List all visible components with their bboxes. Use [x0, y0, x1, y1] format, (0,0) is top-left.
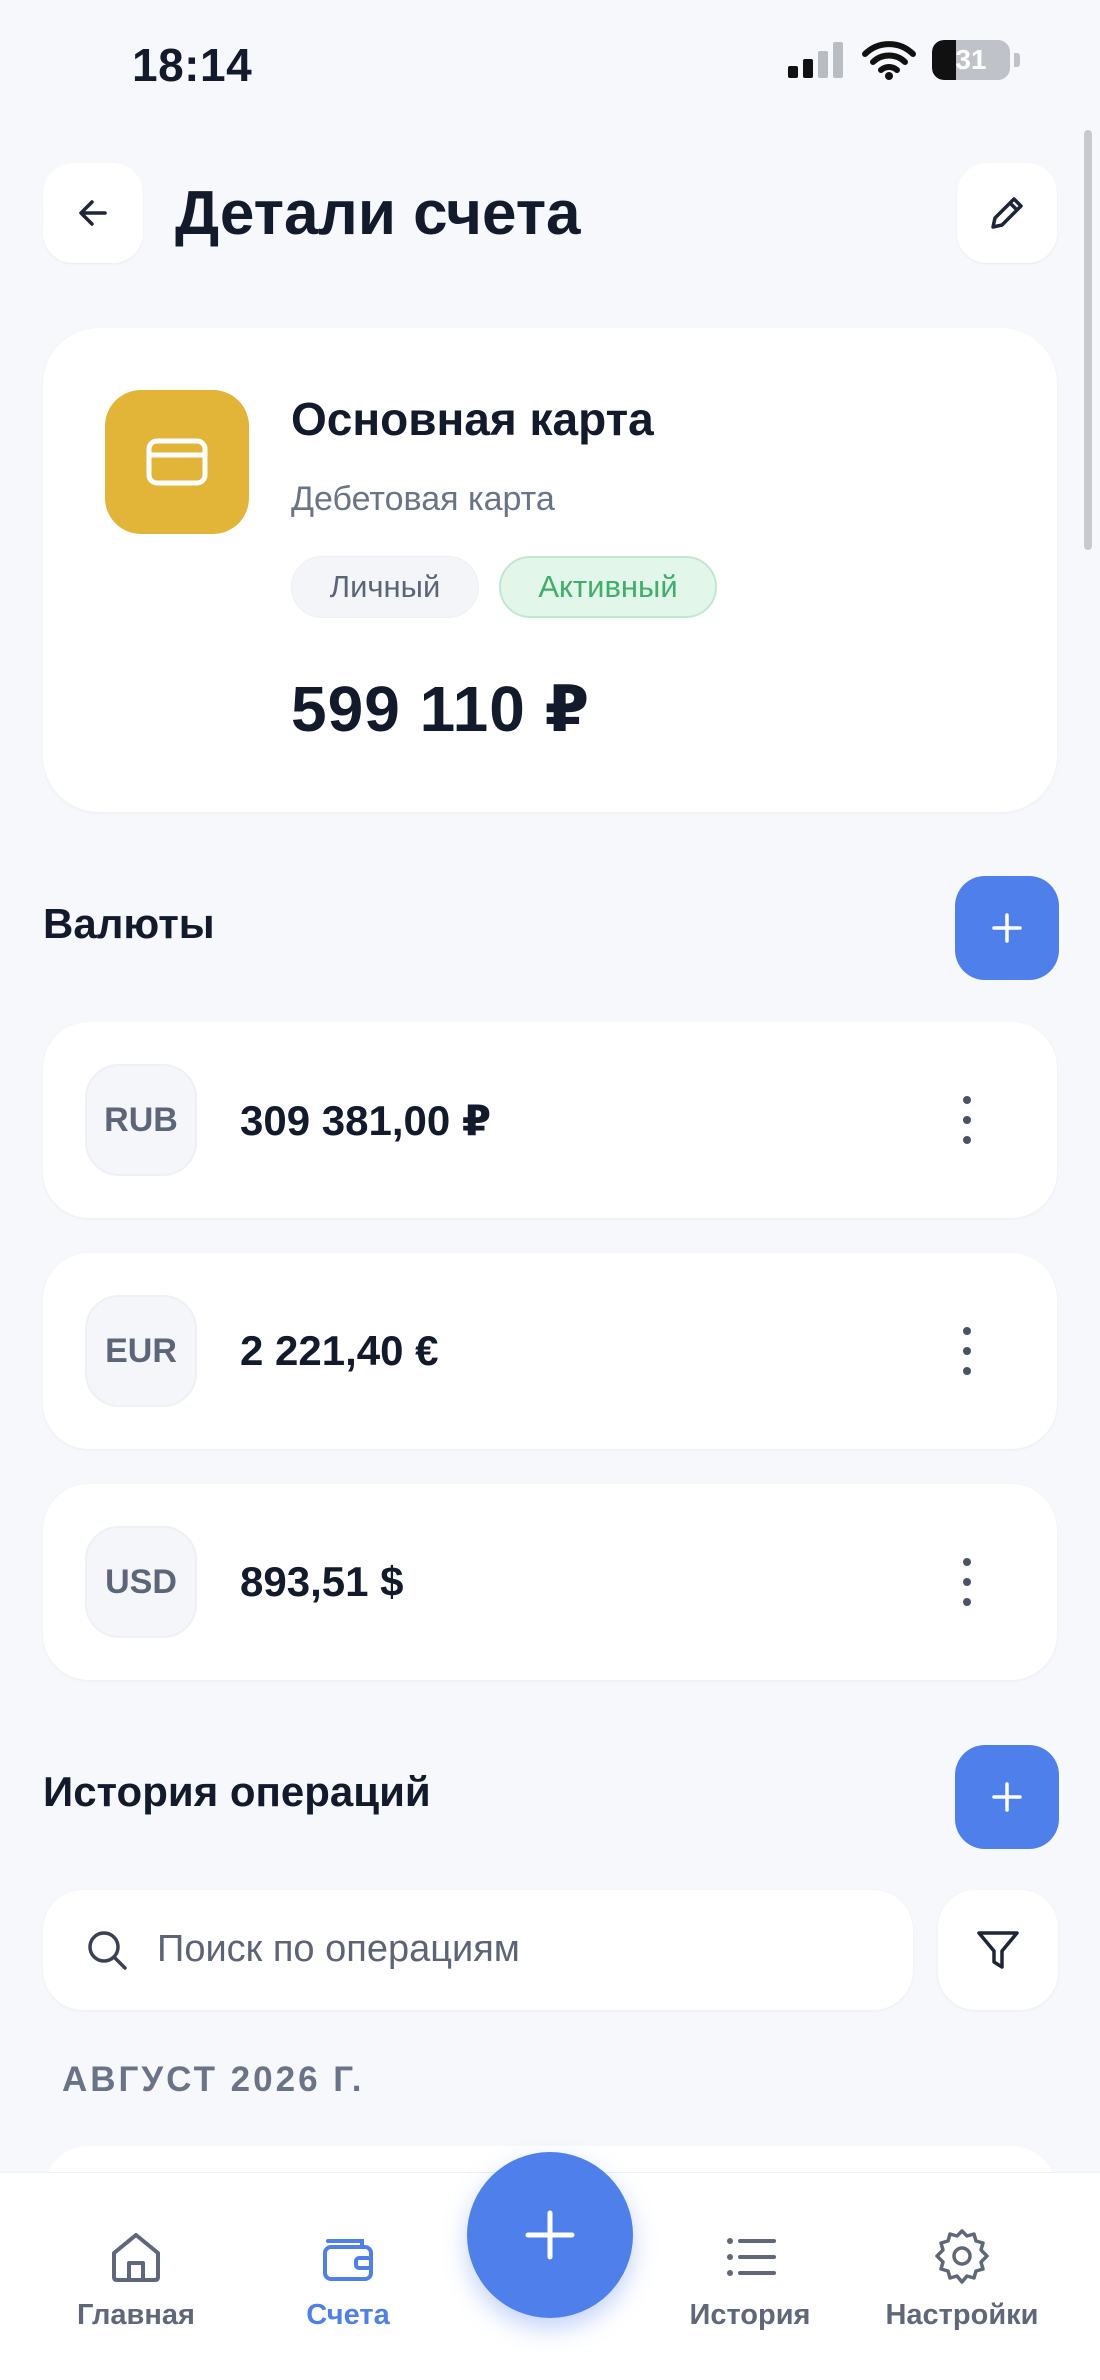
more-options-icon[interactable]	[957, 1327, 977, 1375]
scrollbar[interactable]	[1084, 130, 1092, 550]
nav-label: Счета	[306, 2299, 390, 2331]
battery-tip	[1014, 53, 1020, 67]
filter-button[interactable]	[938, 1890, 1058, 2010]
plus-icon	[525, 2210, 575, 2260]
plus-icon	[992, 1782, 1022, 1812]
home-icon	[112, 2233, 160, 2282]
wifi-icon	[862, 41, 916, 80]
add-currency-button[interactable]	[955, 876, 1059, 980]
cellular-signal-icon	[788, 42, 843, 78]
back-button[interactable]	[43, 163, 143, 263]
currency-row-eur[interactable]: EUR 2 221,40 €	[43, 1253, 1057, 1449]
account-card: Основная карта Дебетовая карта Личный Ак…	[43, 328, 1057, 812]
currency-amount: 309 381,00 ₽	[240, 1097, 492, 1144]
nav-item-history[interactable]: История	[650, 2227, 850, 2332]
search-input[interactable]: Поиск по операциям	[43, 1890, 913, 2010]
month-label: АВГУСТ 2026 Г.	[62, 2060, 365, 2099]
pencil-icon	[991, 197, 1023, 229]
currency-code: RUB	[85, 1064, 197, 1176]
wallet-icon	[323, 2239, 373, 2281]
add-transaction-fab[interactable]	[467, 2152, 633, 2318]
account-balance: 599 110 ₽	[291, 673, 591, 745]
status-icons: 31	[788, 40, 1020, 80]
status-badge: Активный	[499, 556, 717, 618]
history-title: История операций	[43, 1768, 431, 1815]
account-details-screen: 18:14 31 Детали счета Основная карта Деб…	[0, 0, 1100, 2380]
search-icon	[88, 1931, 127, 1970]
nav-label: Настройки	[885, 2299, 1039, 2331]
more-options-icon[interactable]	[957, 1558, 977, 1606]
nav-item-home[interactable]: Главная	[36, 2227, 236, 2332]
plus-icon	[992, 913, 1022, 943]
account-icon-tile	[105, 390, 249, 534]
page-title: Детали счета	[175, 179, 581, 248]
nav-item-accounts[interactable]: Счета	[248, 2227, 448, 2332]
nav-label: Главная	[77, 2299, 195, 2331]
account-type: Дебетовая карта	[291, 480, 555, 518]
account-name: Основная карта	[291, 393, 654, 445]
tag-personal: Личный	[291, 556, 479, 618]
gear-icon	[935, 2229, 989, 2284]
currency-row-usd[interactable]: USD 893,51 $	[43, 1484, 1057, 1680]
search-placeholder: Поиск по операциям	[157, 1928, 520, 1970]
add-operation-button[interactable]	[955, 1745, 1059, 1849]
arrow-left-icon	[79, 200, 107, 226]
status-time: 18:14	[132, 39, 253, 91]
more-options-icon[interactable]	[957, 1096, 977, 1144]
currency-amount: 893,51 $	[240, 1558, 404, 1605]
battery-indicator: 31	[932, 40, 1010, 80]
edit-button[interactable]	[957, 163, 1057, 263]
nav-item-settings[interactable]: Настройки	[862, 2227, 1062, 2332]
nav-label: История	[689, 2299, 811, 2331]
currency-amount: 2 221,40 €	[240, 1327, 439, 1374]
battery-percent: 31	[955, 44, 987, 75]
currencies-title: Валюты	[43, 900, 215, 947]
filter-icon	[977, 1931, 1019, 1969]
currency-code: EUR	[85, 1295, 197, 1407]
currency-row-rub[interactable]: RUB 309 381,00 ₽	[43, 1022, 1057, 1218]
list-icon	[727, 2238, 776, 2276]
card-icon	[146, 438, 208, 486]
currency-code: USD	[85, 1526, 197, 1638]
